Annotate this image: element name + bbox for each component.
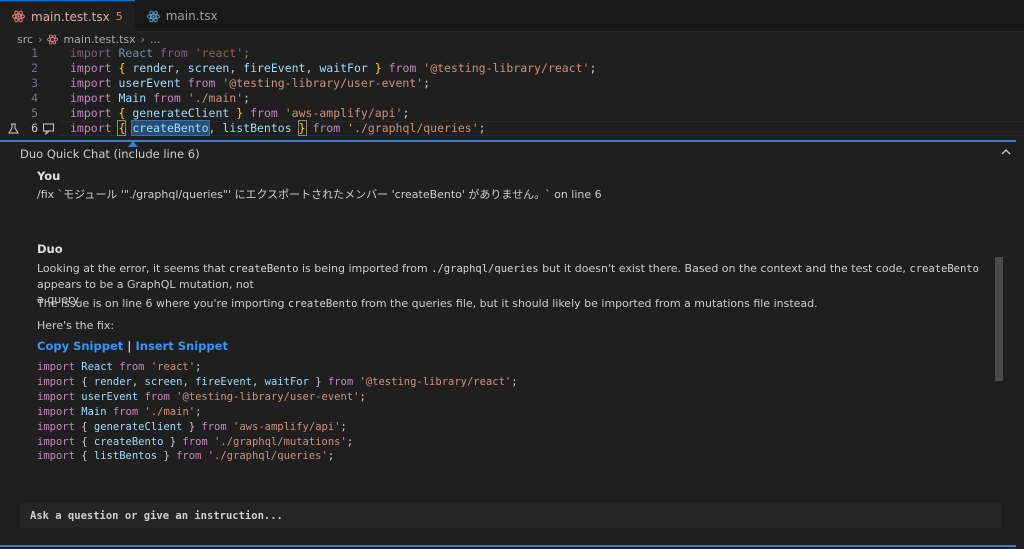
code-text[interactable]: import React from 'react'; <box>70 46 250 61</box>
line-number: 6 <box>31 121 38 135</box>
snippet-line: import { listBentos } from './graphql/qu… <box>37 450 335 463</box>
snippet-line: import Main from './main'; <box>37 405 202 418</box>
text-run: The issue is on line 6 where you're impo… <box>37 297 288 310</box>
code-line[interactable]: 6 import { createBento, listBentos } from… <box>0 120 1024 136</box>
tab-label: main.test.tsx <box>31 9 110 24</box>
duo-author: Duo <box>37 242 63 256</box>
snippet-line: import React from 'react'; <box>37 361 202 373</box>
text-run: appears to be a GraphQL mutation, not <box>37 278 254 291</box>
line-number: 2 <box>31 61 38 75</box>
code-text[interactable]: import { generateClient } from 'aws-ampl… <box>70 106 409 121</box>
chat-panel-bottom-border <box>0 545 1016 547</box>
breadcrumb-more[interactable]: ... <box>150 33 161 46</box>
chat-title: Duo Quick Chat (include line 6) <box>20 147 200 161</box>
editor-tab-bar: main.test.tsx 5 main.tsx <box>0 0 1024 32</box>
user-author: You <box>37 169 61 183</box>
chevron-right-icon: › <box>38 32 43 46</box>
code-line[interactable]: 1 import React from 'react'; <box>0 46 1024 61</box>
code-line[interactable]: 3 import userEvent from '@testing-library… <box>0 76 1024 91</box>
code-line[interactable]: 4 import Main from './main'; <box>0 91 1024 106</box>
copy-snippet-link[interactable]: Copy Snippet <box>37 339 123 353</box>
inline-code: createBento <box>909 263 979 275</box>
inline-code: createBento <box>287 298 358 310</box>
duo-paragraph-3: Here's the fix: <box>37 319 115 332</box>
text-run: from the queries file, but it should lik… <box>357 297 818 310</box>
inline-code: ./graphql/queries <box>431 263 539 275</box>
snippet-line: import { generateClient } from 'aws-ampl… <box>37 420 347 433</box>
snippet-line: import { render, screen, fireEvent, wait… <box>37 375 518 388</box>
react-icon <box>146 10 160 23</box>
line-number: 1 <box>31 46 38 60</box>
chat-scrollbar[interactable] <box>995 257 1003 381</box>
react-icon <box>47 34 59 45</box>
duo-paragraph-2: The issue is on line 6 where you're impo… <box>37 296 818 312</box>
code-line[interactable]: 5 import { generateClient } from 'aws-amp… <box>0 106 1024 121</box>
code-line[interactable]: 2 import { render, screen, fireEvent, wai… <box>0 61 1024 76</box>
snippet-line: import userEvent from '@testing-library/… <box>37 390 366 403</box>
code-text[interactable]: import { createBento, listBentos } from … <box>70 120 486 136</box>
code-editor[interactable]: 1 import React from 'react'; 2 import { ren… <box>0 46 1024 138</box>
insert-snippet-link[interactable]: Insert Snippet <box>135 339 227 353</box>
code-text[interactable]: import Main from './main'; <box>70 91 250 106</box>
problem-count-badge: 5 <box>115 10 123 23</box>
text-run: Looking at the error, it seems that <box>37 262 229 275</box>
comment-icon[interactable] <box>42 122 55 136</box>
breadcrumb: src › main.test.tsx › ... <box>0 32 161 46</box>
tab-main-tsx[interactable]: main.tsx <box>135 0 230 32</box>
breadcrumb-file[interactable]: main.test.tsx <box>63 33 135 46</box>
text-run: is being imported from <box>298 262 432 275</box>
chat-input-box[interactable] <box>20 503 1001 528</box>
link-separator: | <box>127 339 132 353</box>
line-number: 4 <box>31 91 38 105</box>
text-run: but it doesn't exist there. Based on the… <box>538 262 910 275</box>
breadcrumb-folder[interactable]: src <box>17 33 33 46</box>
snippet-line: import { createBento } from './graphql/m… <box>37 435 354 448</box>
code-text[interactable]: import { render, screen, fireEvent, wait… <box>70 61 596 76</box>
chevron-up-icon[interactable] <box>1000 146 1012 158</box>
tab-label: main.tsx <box>165 9 218 23</box>
chat-panel-top-border <box>0 140 1016 142</box>
inline-code: createBento <box>228 263 299 275</box>
react-icon <box>12 10 25 23</box>
user-message: /fix `モジュール '"./graphql/queries"' にエクスポー… <box>37 188 602 201</box>
code-text[interactable]: import userEvent from '@testing-library/… <box>70 76 430 91</box>
code-snippet: import React from 'react'; import { rende… <box>37 360 518 464</box>
tab-main-test-tsx[interactable]: main.test.tsx 5 <box>0 0 135 32</box>
chevron-right-icon: › <box>140 32 146 46</box>
snippet-actions: Copy Snippet | Insert Snippet <box>37 339 228 353</box>
chat-input[interactable] <box>20 503 1001 528</box>
line-number: 5 <box>31 106 38 120</box>
line-number: 3 <box>31 76 38 90</box>
